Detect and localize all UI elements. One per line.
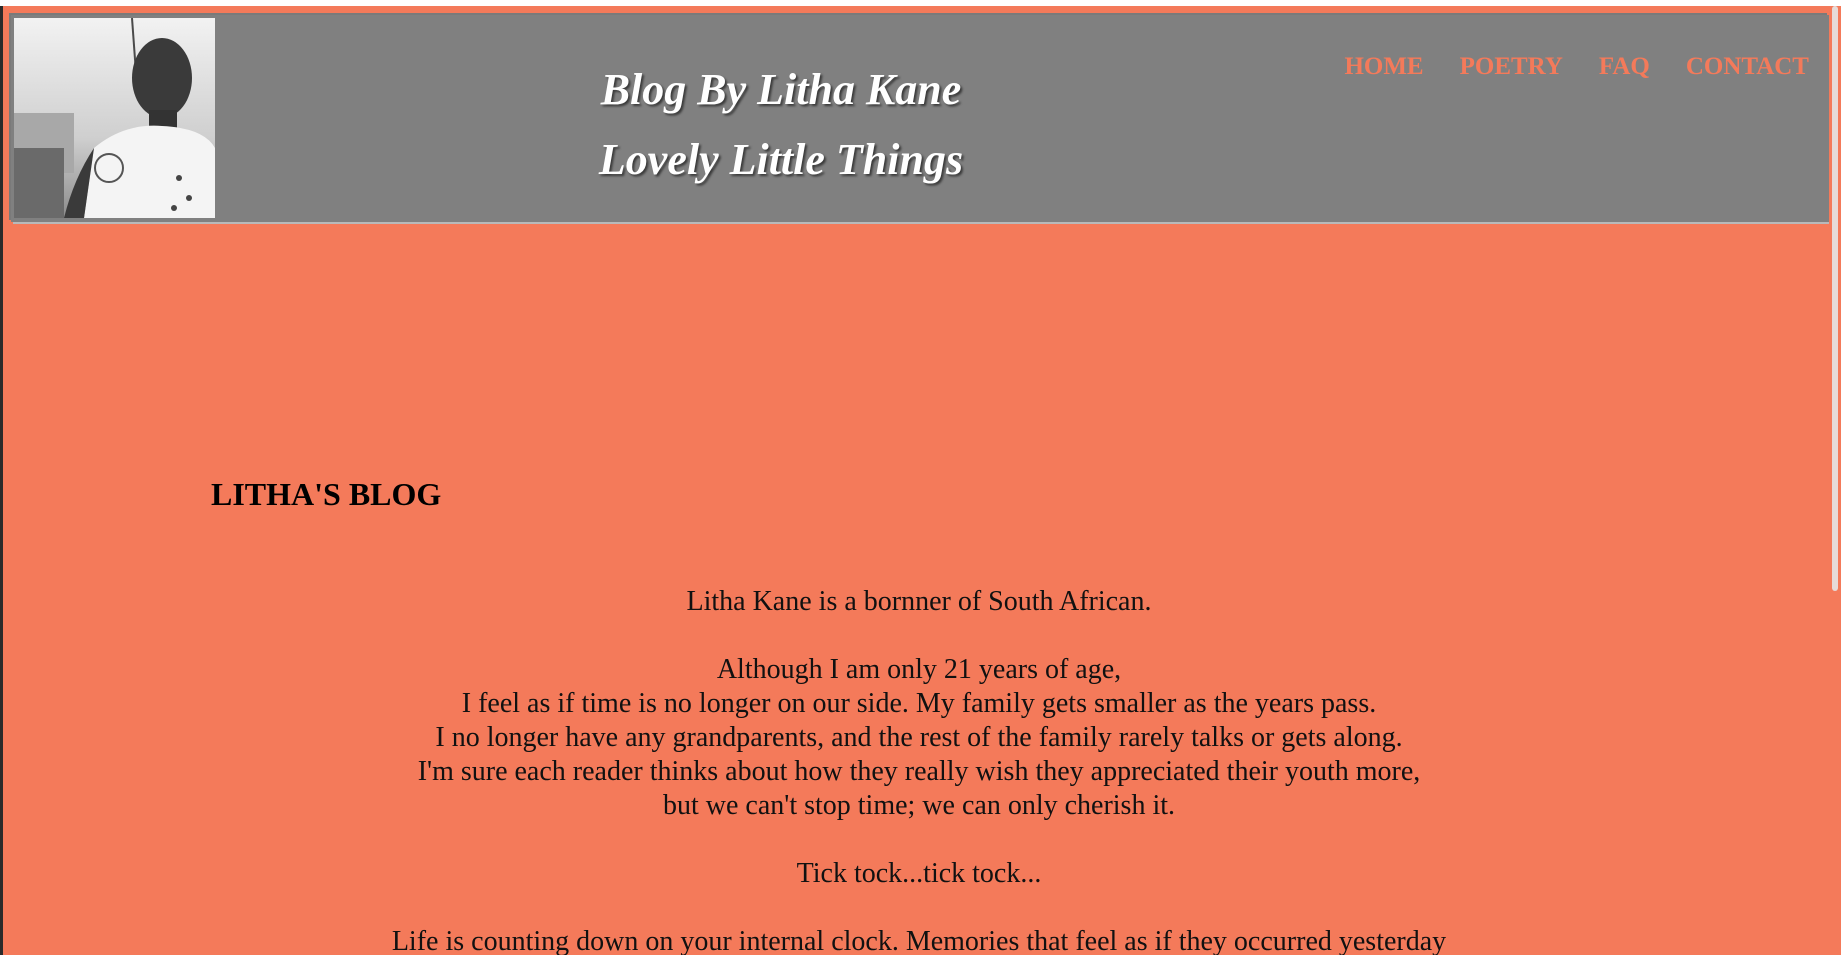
paragraph-line: I'm sure each reader thinks about how th…: [417, 756, 1421, 787]
blog-heading: LITHA'S BLOG: [211, 476, 442, 512]
main-nav: HOME POETRY FAQ CONTACT: [1344, 53, 1809, 81]
avatar-photo: [14, 18, 215, 218]
paragraph-line: Tick tock...tick tock...: [796, 858, 1042, 889]
paragraph-line: Litha Kane is a bornner of South African…: [686, 586, 1152, 617]
nav-contact[interactable]: CONTACT: [1686, 53, 1809, 81]
scrollbar-thumb[interactable]: [1832, 6, 1838, 591]
nav-poetry[interactable]: POETRY: [1460, 53, 1563, 81]
site-subtitle: Lovely Little Things: [598, 135, 964, 184]
paragraph-line: but we can't stop time; we can only cher…: [662, 790, 1176, 821]
blog-content: Litha Kane is a bornner of South African…: [180, 585, 1658, 955]
avatar: [14, 18, 215, 218]
paragraph-line: I no longer have any grandparents, and t…: [435, 722, 1403, 753]
site-title: Blog By Litha Kane: [600, 65, 962, 114]
paragraph-line: Life is counting down on your internal c…: [391, 926, 1447, 955]
left-border: [0, 6, 3, 955]
paragraph-line: Although I am only 21 years of age,: [716, 654, 1122, 685]
page: Blog By Litha Kane Lovely Little Things …: [0, 0, 1841, 955]
vertical-scrollbar[interactable]: [1829, 6, 1841, 955]
nav-faq[interactable]: FAQ: [1599, 53, 1650, 81]
nav-home[interactable]: HOME: [1344, 53, 1423, 81]
header-titles: Blog By Litha Kane Lovely Little Things: [541, 55, 1021, 195]
site-header: Blog By Litha Kane Lovely Little Things …: [11, 15, 1829, 222]
paragraph-line: I feel as if time is no longer on our si…: [461, 688, 1377, 719]
top-border: [0, 0, 1841, 6]
